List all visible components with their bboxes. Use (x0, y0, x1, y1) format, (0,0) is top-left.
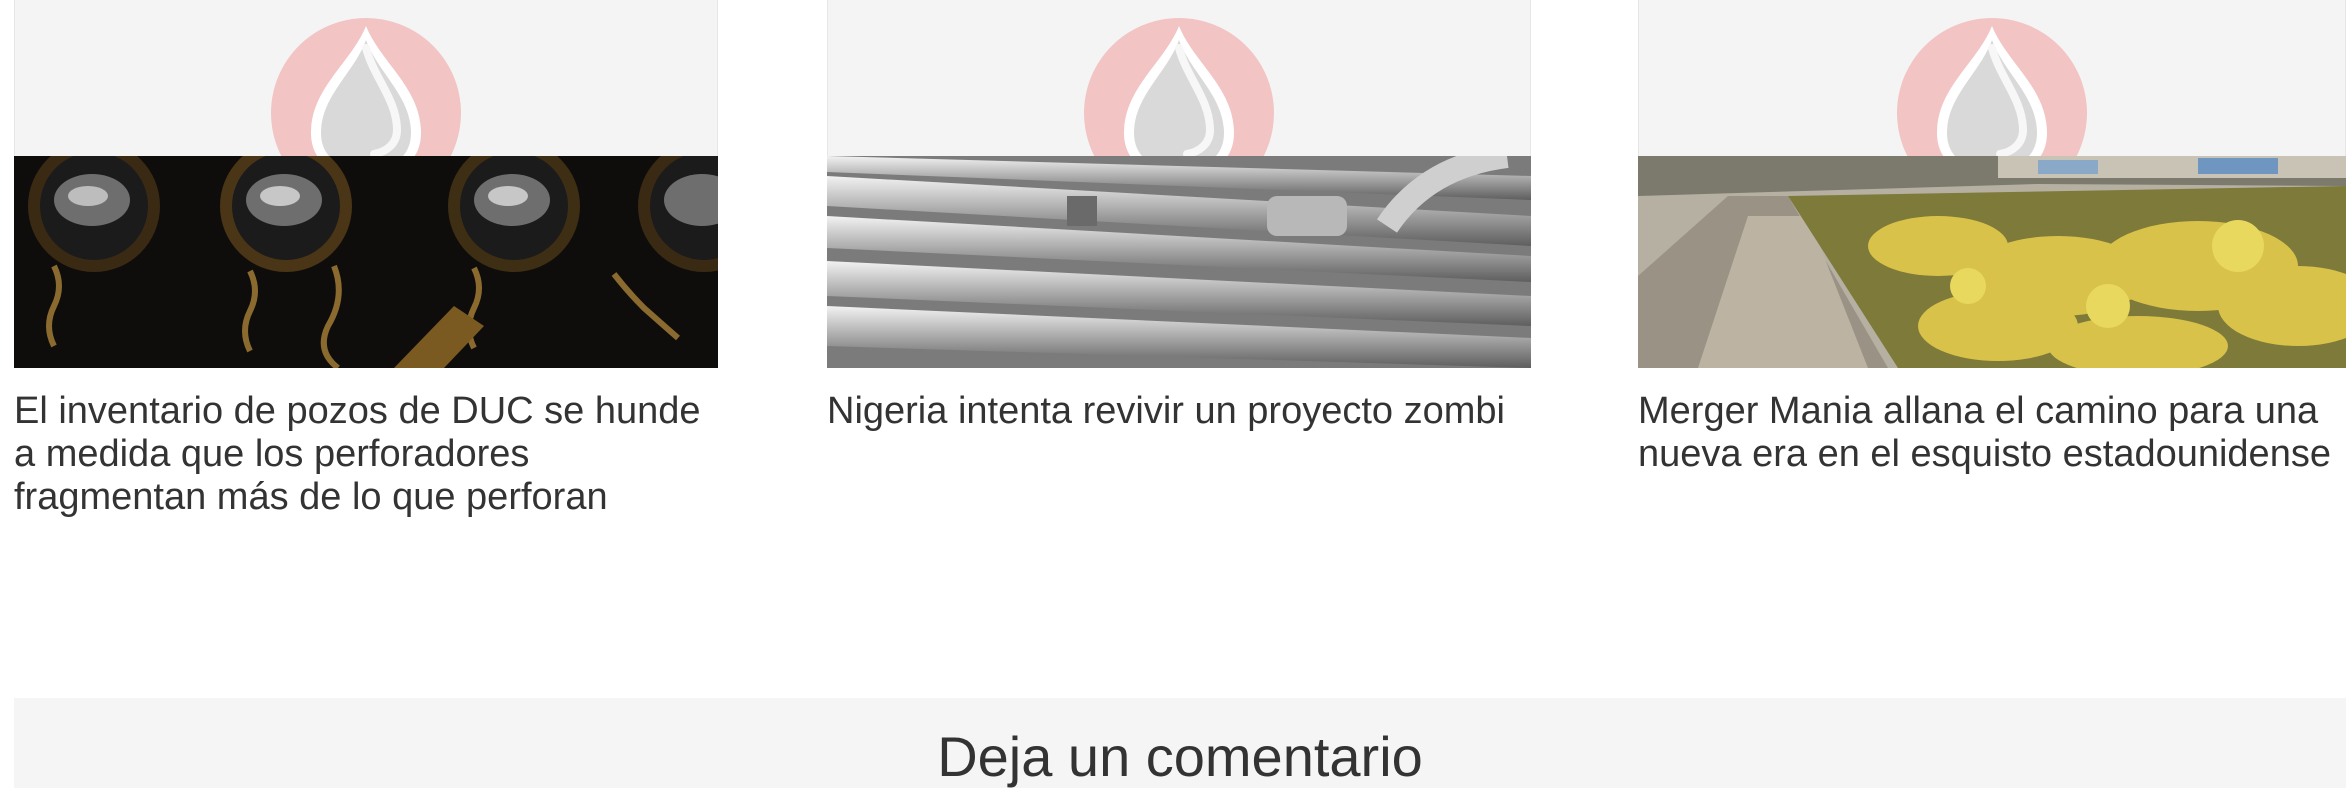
image-placeholder (827, 0, 1531, 168)
related-article-card: El inventario de pozos de DUC se hunde a… (14, 0, 718, 519)
related-article-card: Nigeria intenta revivir un proyecto zomb… (827, 0, 1531, 433)
related-article-card: Merger Mania allana el camino para una n… (1638, 0, 2346, 476)
oil-drop-logo-icon (271, 18, 461, 168)
related-articles: El inventario de pozos de DUC se hunde a… (0, 0, 2346, 600)
article-thumbnail-link[interactable] (1638, 0, 2346, 368)
oil-drop-logo-icon (1897, 18, 2087, 168)
oil-drop-logo-icon (1084, 18, 1274, 168)
comment-heading: Deja un comentario (937, 725, 1423, 788)
article-thumbnail-link[interactable] (827, 0, 1531, 368)
image-placeholder (1638, 0, 2346, 168)
article-title-link[interactable]: Nigeria intenta revivir un proyecto zomb… (827, 390, 1531, 433)
article-title-link[interactable]: Merger Mania allana el camino para una n… (1638, 390, 2346, 476)
article-thumbnail-link[interactable] (14, 0, 718, 368)
article-title-link[interactable]: El inventario de pozos de DUC se hunde a… (14, 390, 718, 519)
dirt-road-landscape-photo (1638, 156, 2346, 368)
image-placeholder (14, 0, 718, 168)
oil-hose-valves-photo (14, 156, 718, 368)
steel-pipelines-photo (827, 156, 1531, 368)
comment-section: Deja un comentario (14, 698, 2346, 788)
